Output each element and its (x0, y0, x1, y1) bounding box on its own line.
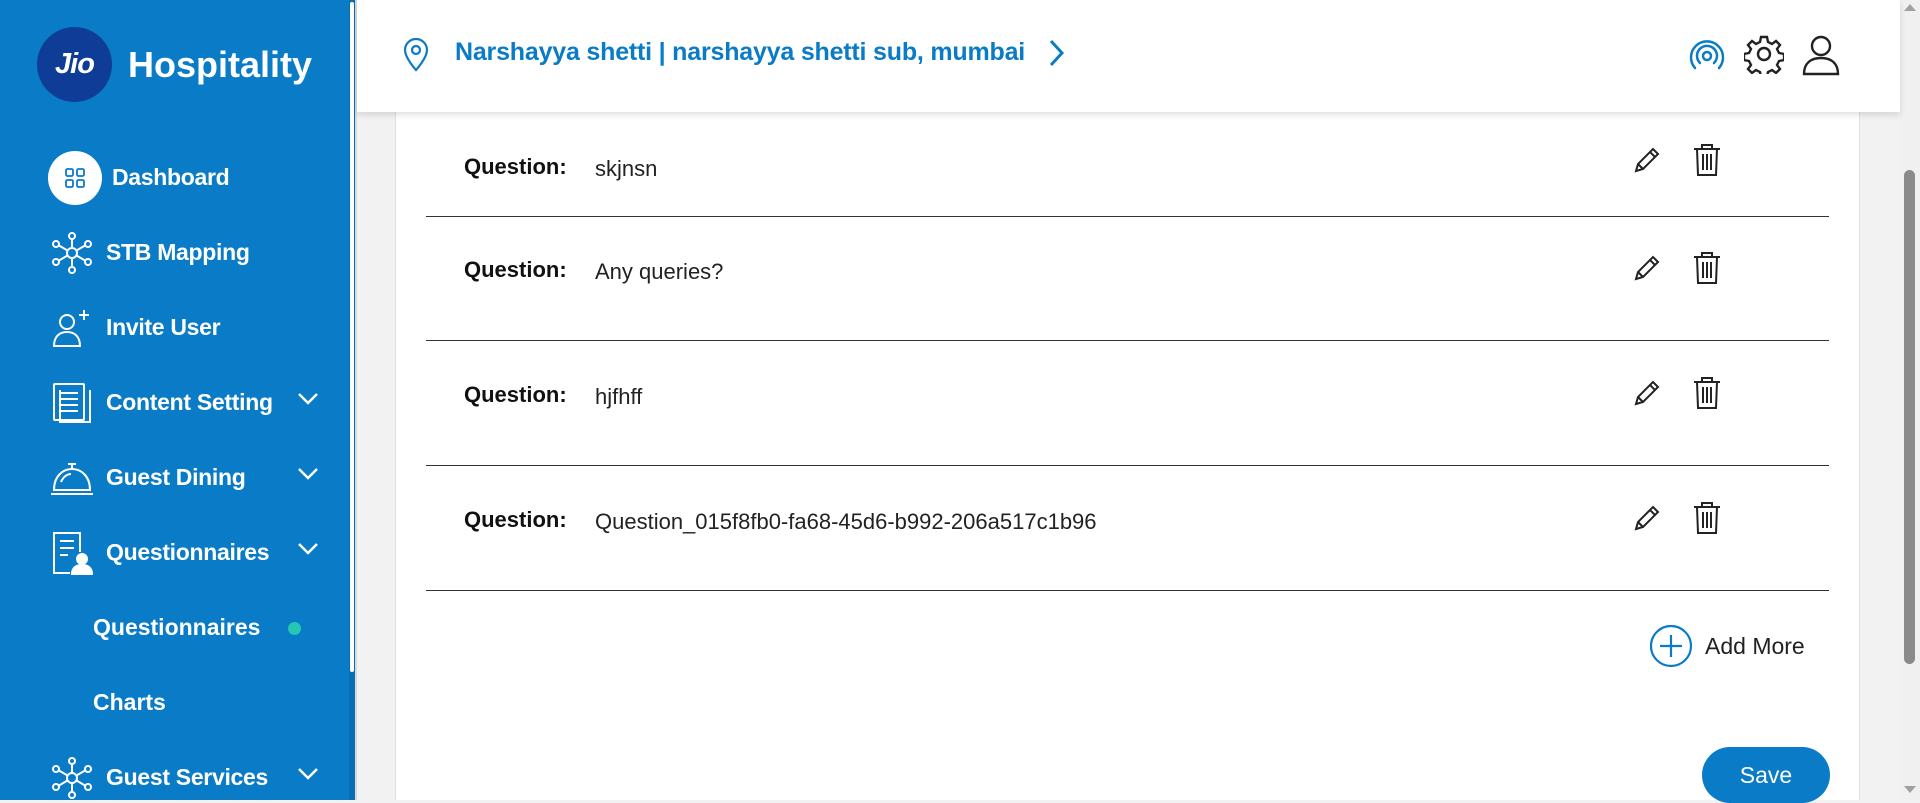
save-button[interactable]: Save (1702, 747, 1830, 803)
question-row: Question: hjfhff (426, 342, 1829, 466)
chevron-down-icon[interactable] (297, 767, 319, 786)
sidebar-item-label: STB Mapping (106, 239, 250, 265)
sidebar-item-guest-services[interactable]: Guest Services (0, 740, 349, 800)
brand[interactable]: Jio Hospitality (37, 27, 312, 102)
chevron-down-icon[interactable] (297, 467, 319, 486)
question-text: Question_015f8fb0-fa68-45d6-b992-206a517… (595, 509, 1097, 534)
question-text: Any queries? (595, 259, 724, 284)
sidebar-nav: Dashboard STB Mapping Invite User Conten… (0, 140, 349, 800)
brand-name: Hospitality (128, 43, 313, 85)
pencil-icon[interactable] (1632, 145, 1662, 180)
sidebar-subitem-label: Charts (93, 689, 166, 715)
property-location-title[interactable]: Narshayya shetti | narshayya shetti sub,… (455, 38, 1025, 67)
add-more-button[interactable]: Add More (1649, 624, 1805, 668)
scroll-up-arrow-icon[interactable] (1904, 4, 1916, 11)
scroll-down-arrow-icon[interactable] (1904, 786, 1916, 793)
network-nodes-icon (48, 754, 96, 801)
location-pin-icon (402, 37, 430, 77)
chevron-down-icon[interactable] (297, 542, 319, 561)
sidebar-item-label: Dashboard (112, 164, 230, 190)
add-more-label: Add More (1705, 632, 1805, 659)
main-scrollbar[interactable] (1900, 0, 1920, 800)
sidebar-item-guest-dining[interactable]: Guest Dining (0, 440, 349, 515)
sidebar-subitem-charts[interactable]: Charts (0, 665, 349, 740)
main-scrollbar-thumb[interactable] (1904, 170, 1915, 664)
trash-icon[interactable] (1692, 376, 1722, 415)
sidebar-scrollbar-thumb[interactable] (350, 2, 354, 672)
trash-icon[interactable] (1692, 501, 1722, 540)
sidebar-item-dashboard[interactable]: Dashboard (0, 140, 349, 215)
active-indicator-dot (288, 622, 301, 635)
form-user-icon (48, 529, 96, 577)
chevron-right-icon[interactable] (1047, 38, 1065, 73)
document-icon (48, 379, 96, 427)
pencil-icon[interactable] (1632, 503, 1662, 538)
question-row: Question: Any queries? (426, 217, 1829, 341)
user-profile-icon[interactable] (1801, 34, 1841, 81)
network-nodes-icon (48, 229, 96, 277)
sidebar-item-label: Guest Services (106, 764, 269, 790)
question-label: Question: (464, 154, 567, 179)
trash-icon[interactable] (1692, 143, 1722, 182)
trash-icon[interactable] (1692, 251, 1722, 290)
sidebar-subitem-label: Questionnaires (93, 614, 261, 640)
sidebar-divider (355, 0, 357, 800)
question-row: Question: Question_015f8fb0-fa68-45d6-b9… (426, 467, 1829, 591)
chevron-down-icon[interactable] (297, 392, 319, 411)
user-plus-icon (48, 304, 96, 352)
sidebar-item-questionnaires[interactable]: Questionnaires (0, 515, 349, 590)
sidebar-item-stb-mapping[interactable]: STB Mapping (0, 215, 349, 290)
question-row: Question: skjnsn (426, 112, 1829, 217)
sidebar-item-label: Content Setting (106, 389, 273, 415)
question-label: Question: (464, 382, 567, 407)
pencil-icon[interactable] (1632, 378, 1662, 413)
sidebar-item-invite-user[interactable]: Invite User (0, 290, 349, 365)
dashboard-grid-icon (48, 150, 102, 205)
question-label: Question: (464, 257, 567, 282)
top-header: Narshayya shetti | narshayya shetti sub,… (357, 0, 1900, 112)
cloche-icon (48, 454, 96, 502)
sidebar: Jio Hospitality Dashboard STB Mapping In… (0, 0, 355, 800)
sidebar-item-content-setting[interactable]: Content Setting (0, 365, 349, 440)
sidebar-item-label: Invite User (106, 314, 221, 340)
gear-icon[interactable] (1742, 34, 1786, 79)
questionnaire-card: Question: skjnsn Question: Any queries? … (395, 112, 1860, 803)
sidebar-item-label: Guest Dining (106, 464, 246, 490)
question-text: skjnsn (595, 156, 658, 181)
question-label: Question: (464, 507, 567, 532)
broadcast-signal-icon[interactable] (1687, 34, 1727, 79)
question-text: hjfhff (595, 384, 643, 409)
jio-logo: Jio (37, 27, 112, 102)
plus-circle-icon (1649, 624, 1693, 668)
pencil-icon[interactable] (1632, 253, 1662, 288)
sidebar-subitem-questionnaires[interactable]: Questionnaires (0, 590, 349, 665)
sidebar-item-label: Questionnaires (106, 539, 270, 565)
